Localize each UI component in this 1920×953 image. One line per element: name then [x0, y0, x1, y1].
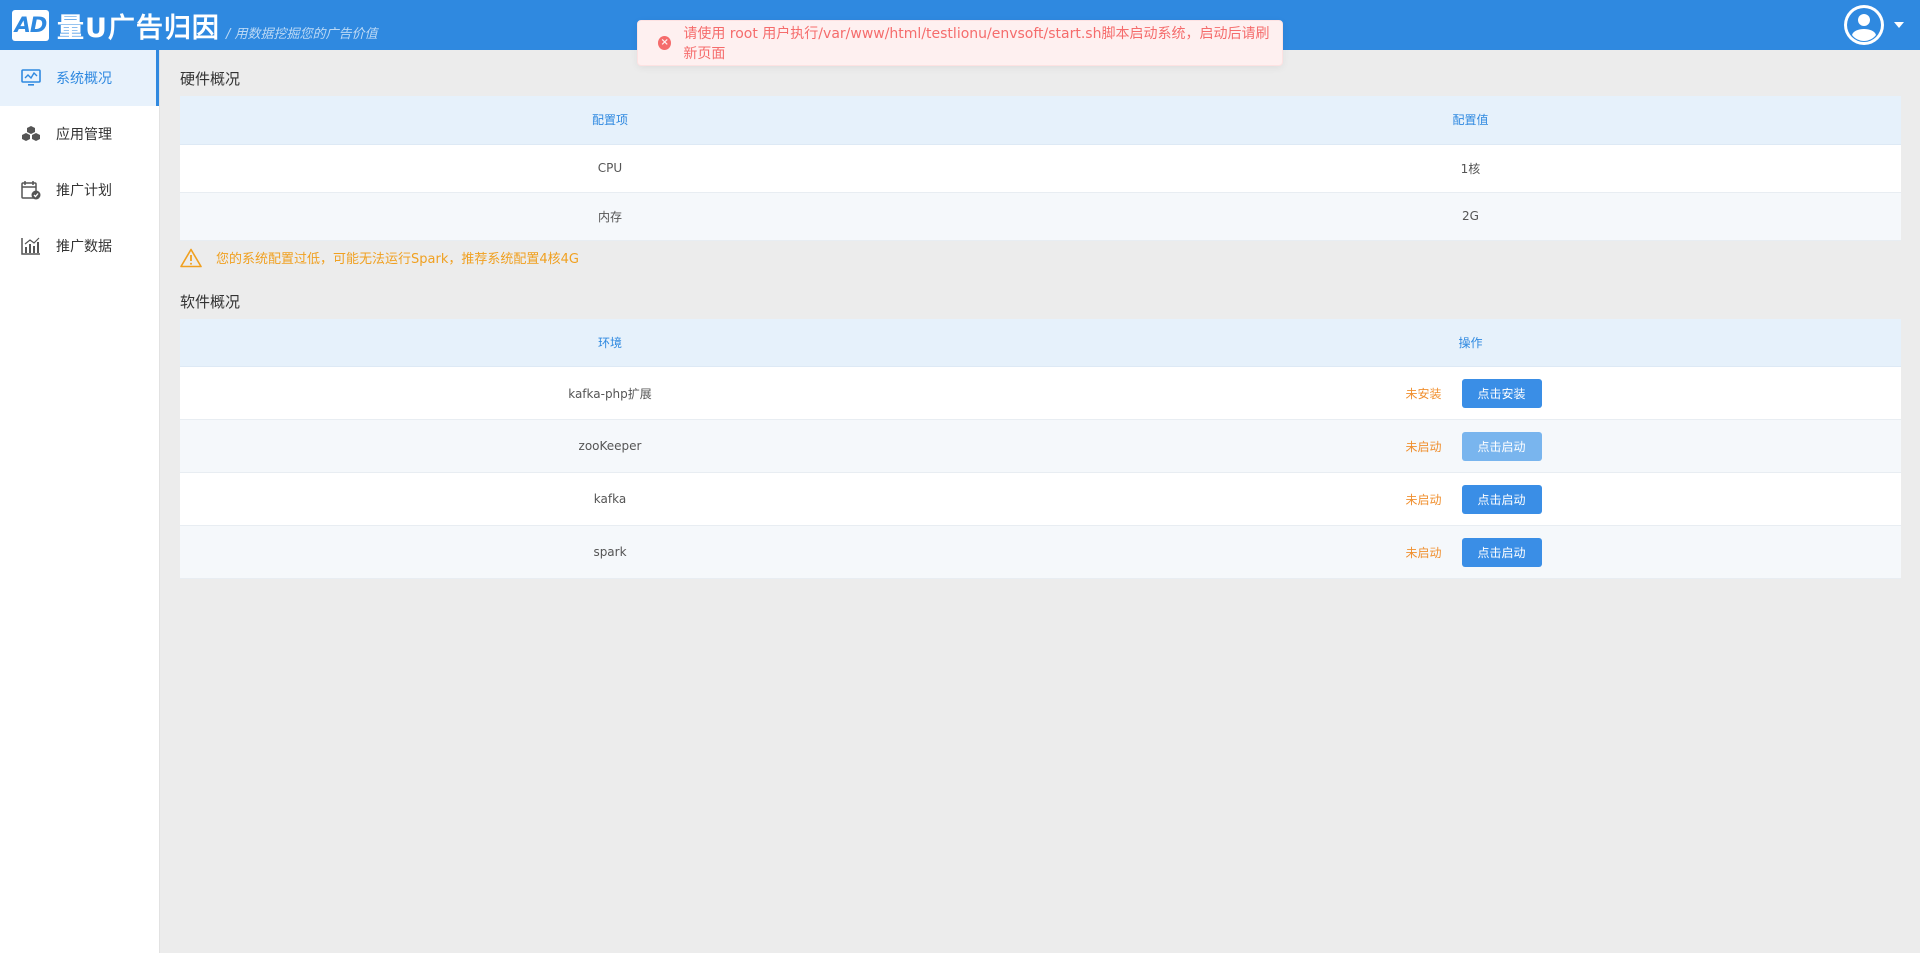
sidebar-item-label: 推广数据 [56, 239, 112, 255]
sidebar-item-label: 系统概况 [56, 71, 112, 87]
status-badge: 未启动 [1405, 439, 1442, 454]
config-item: 内存 [180, 192, 1040, 241]
logo-mark: AD [12, 9, 49, 41]
table-row: zooKeeper 未启动 点击启动 [180, 419, 1901, 473]
monitor-icon [20, 67, 42, 89]
op-cell: 未安装 点击安装 [1040, 366, 1901, 420]
op-cell: 未启动 点击启动 [1040, 472, 1901, 526]
table-header-row: 配置项 配置值 [180, 96, 1901, 145]
config-item: CPU [180, 144, 1040, 193]
main-content: 硬件概况 配置项 配置值 CPU 1核 内存 2G 您的系统配置过低，可能无法运… [180, 50, 1901, 579]
hardware-table: 配置项 配置值 CPU 1核 内存 2G [180, 96, 1901, 241]
start-button[interactable]: 点击启动 [1461, 537, 1542, 567]
column-header: 配置项 [180, 96, 1040, 145]
sidebar-item-data[interactable]: 推广数据 [0, 218, 159, 274]
op-cell: 未启动 点击启动 [1040, 419, 1901, 473]
table-row: CPU 1核 [180, 144, 1901, 193]
table-row: kafka 未启动 点击启动 [180, 472, 1901, 526]
logo-name: 量U广告归因 [57, 12, 220, 44]
op-cell: 未启动 点击启动 [1040, 525, 1901, 579]
software-table: 环境 操作 kafka-php扩展 未安装 点击安装 zooKeeper 未启动… [180, 318, 1901, 579]
table-row: kafka-php扩展 未安装 点击安装 [180, 366, 1901, 420]
sidebar-item-overview[interactable]: 系统概况 [0, 50, 159, 106]
env-name: kafka [180, 472, 1040, 526]
user-avatar-icon[interactable] [1844, 5, 1884, 45]
env-name: spark [180, 525, 1040, 579]
cubes-icon [20, 123, 42, 145]
app-logo[interactable]: AD 量U广告归因 / 用数据挖掘您的广告价值 [12, 0, 377, 50]
warning-text: 您的系统配置过低，可能无法运行Spark，推荐系统配置4核4G [216, 252, 579, 267]
warning-triangle-icon [180, 248, 202, 267]
table-row: 内存 2G [180, 192, 1901, 241]
status-badge: 未启动 [1405, 545, 1442, 560]
sidebar-item-apps[interactable]: 应用管理 [0, 106, 159, 162]
config-value: 1核 [1040, 144, 1901, 193]
install-button[interactable]: 点击安装 [1461, 378, 1542, 408]
sidebar-item-plans[interactable]: 推广计划 [0, 162, 159, 218]
start-button[interactable]: 点击启动 [1461, 484, 1542, 514]
software-title: 软件概况 [180, 292, 241, 311]
caret-down-icon[interactable] [1894, 22, 1904, 28]
config-value: 2G [1040, 192, 1901, 241]
bar-chart-icon [20, 235, 42, 257]
config-warning: 您的系统配置过低，可能无法运行Spark，推荐系统配置4核4G [180, 243, 1901, 273]
logo-slogan: / 用数据挖掘您的广告价值 [225, 26, 378, 42]
error-circle-icon: × [658, 36, 672, 50]
calendar-check-icon [20, 179, 42, 201]
status-badge: 未安装 [1405, 386, 1442, 401]
env-name: kafka-php扩展 [180, 366, 1040, 420]
hardware-title: 硬件概况 [180, 70, 241, 88]
status-badge: 未启动 [1405, 492, 1442, 507]
table-header-row: 环境 操作 [180, 318, 1901, 367]
sidebar-item-label: 推广计划 [56, 183, 112, 199]
env-name: zooKeeper [180, 419, 1040, 473]
sidebar-item-label: 应用管理 [56, 127, 112, 143]
column-header: 配置值 [1040, 96, 1901, 145]
user-menu[interactable] [1844, 5, 1904, 45]
column-header: 操作 [1040, 318, 1901, 367]
column-header: 环境 [180, 318, 1040, 367]
sidebar: 系统概况 应用管理 推广计划 推广数据 [0, 50, 160, 953]
table-row: spark 未启动 点击启动 [180, 525, 1901, 579]
start-button[interactable]: 点击启动 [1461, 431, 1542, 461]
